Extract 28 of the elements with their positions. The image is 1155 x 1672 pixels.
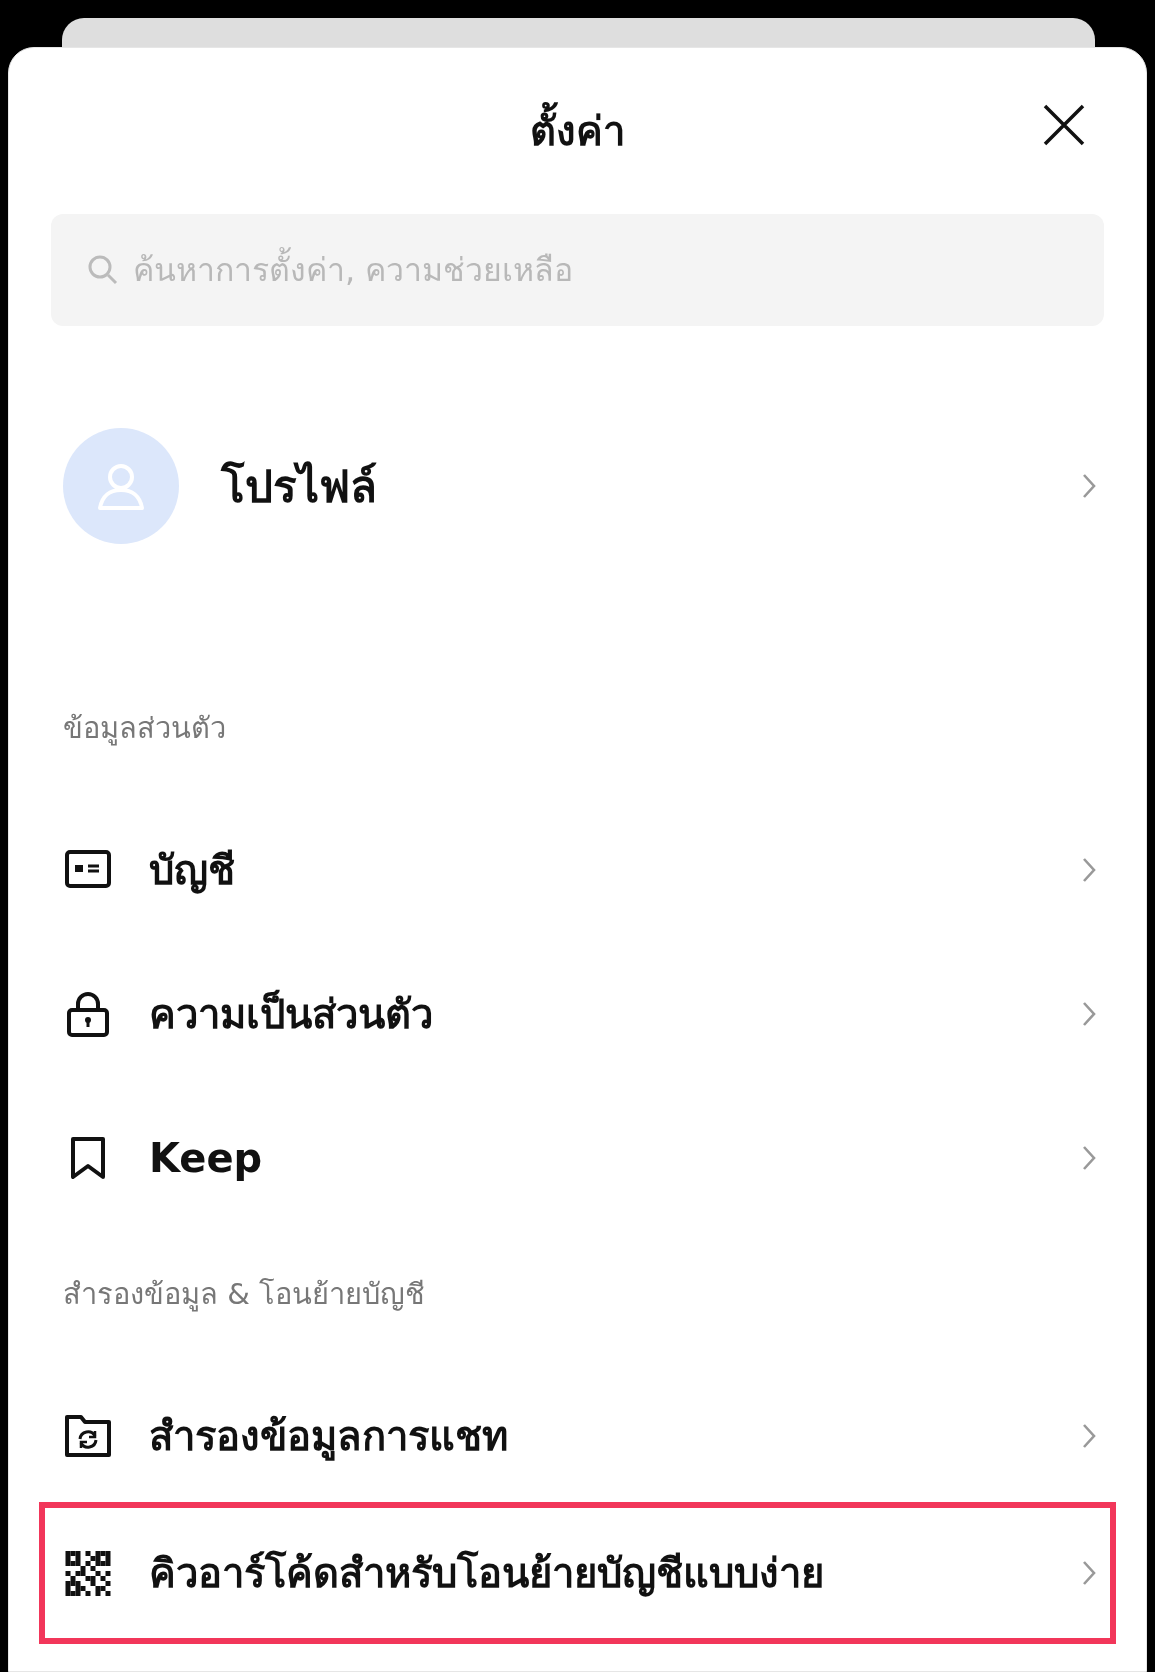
item-label: บัญชี xyxy=(149,846,236,896)
sheet-title: ตั้งค่า xyxy=(530,99,625,163)
settings-item[interactable]: ความเป็นส่วนตัว xyxy=(51,942,1104,1086)
settings-item[interactable]: Keep xyxy=(51,1086,1104,1230)
qr-code-icon xyxy=(63,1550,113,1596)
chevron-icon xyxy=(1082,857,1096,883)
folder-sync-icon xyxy=(63,1414,113,1458)
avatar-icon xyxy=(63,428,179,544)
section-heading: สำรองข้อมูล & โอนย้ายบัญชี xyxy=(63,1276,427,1314)
item-label: คิวอาร์โค้ดสำหรับโอนย้ายบัญชีแบบง่าย xyxy=(149,1549,825,1599)
chevron-icon xyxy=(1082,473,1096,499)
settings-item[interactable]: บัญชี xyxy=(51,798,1104,942)
chevron-icon xyxy=(1082,1423,1096,1449)
profile-row[interactable]: โปรไฟล์ xyxy=(51,428,1104,544)
chevron-icon xyxy=(1082,1145,1096,1171)
section-heading: ข้อมูลส่วนตัว xyxy=(63,710,227,748)
profile-label: โปรไฟล์ xyxy=(221,460,378,514)
settings-item[interactable]: คิวอาร์โค้ดสำหรับโอนย้ายบัญชีแบบง่าย xyxy=(45,1508,1110,1638)
id-card-icon xyxy=(63,850,113,890)
close-icon[interactable] xyxy=(1042,103,1086,147)
search-icon xyxy=(87,254,119,286)
item-label: ความเป็นส่วนตัว xyxy=(149,988,434,1039)
chevron-icon xyxy=(1082,1001,1096,1027)
settings-item[interactable]: สำรองข้อมูลการแชท xyxy=(51,1364,1104,1508)
chevron-icon xyxy=(1082,1560,1096,1586)
search-field[interactable]: ค้นหาการตั้งค่า, ความช่วยเหลือ xyxy=(51,214,1104,326)
item-label: Keep xyxy=(149,1135,264,1181)
item-label: สำรองข้อมูลการแชท xyxy=(149,1412,509,1463)
